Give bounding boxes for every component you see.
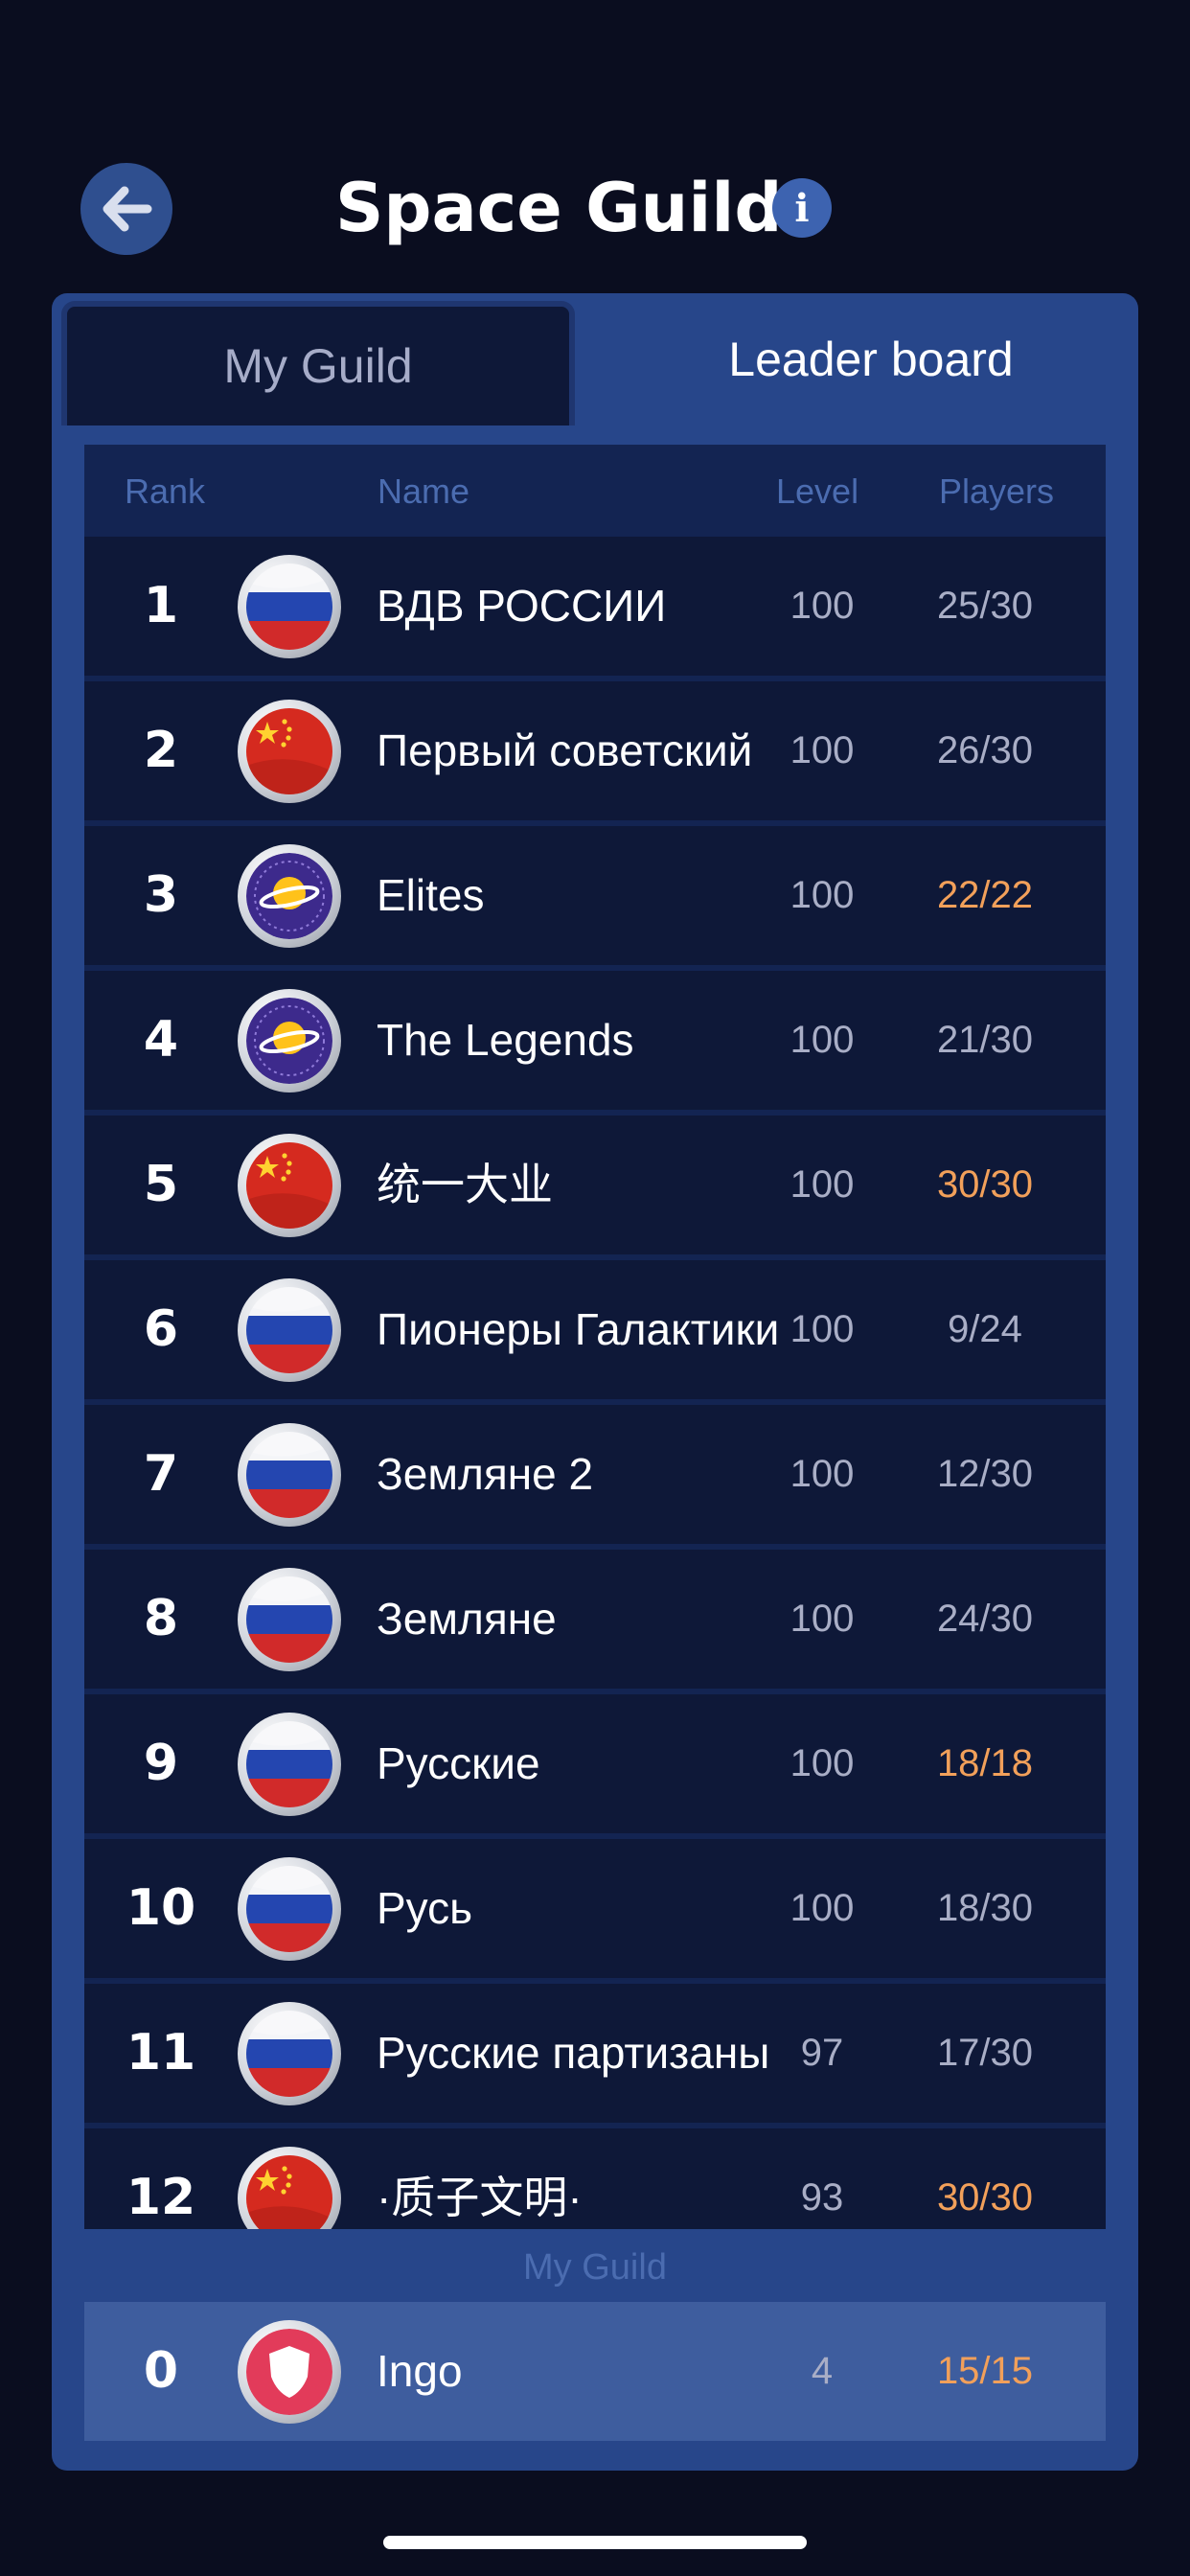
info-button[interactable]: i — [772, 178, 832, 238]
row-guild-name: Elites — [377, 870, 485, 920]
russia-flag-icon — [238, 1568, 341, 1671]
row-rank: 4 — [143, 1011, 179, 1069]
column-header-row: Rank Name Level Players — [84, 445, 1106, 535]
info-icon: i — [794, 185, 810, 231]
table-row[interactable]: 2 Первый советский 100 26/30 — [84, 681, 1106, 820]
russia-flag-icon — [238, 555, 341, 658]
row-level: 100 — [790, 1453, 855, 1495]
row-players: 25/30 — [936, 585, 1034, 627]
row-players: 21/30 — [936, 1019, 1034, 1061]
row-rank: 6 — [143, 1300, 179, 1358]
row-guild-name: Русь — [377, 1883, 473, 1933]
russia-flag-icon — [238, 1423, 341, 1527]
row-level: 100 — [790, 585, 855, 627]
table-row[interactable]: 9 Русские 100 18/18 — [84, 1694, 1106, 1833]
row-players: 30/30 — [936, 1163, 1034, 1206]
tab-my-guild[interactable]: My Guild — [61, 301, 575, 426]
row-players: 9/24 — [948, 1308, 1022, 1350]
guild-panel: My Guild Leader board Rank Name Level Pl… — [52, 293, 1138, 2471]
table-row[interactable]: 5 统一大业 100 30/30 — [84, 1116, 1106, 1254]
row-rank: 7 — [143, 1445, 179, 1503]
row-level: 97 — [800, 2032, 844, 2074]
row-guild-name: Русские партизаны — [377, 2028, 770, 2078]
row-rank: 12 — [126, 2169, 196, 2226]
china-flag-icon — [238, 2147, 341, 2229]
table-row[interactable]: 6 Пионеры Галактики 100 9/24 — [84, 1260, 1106, 1399]
column-players: Players — [939, 472, 1055, 511]
planet-icon — [238, 844, 341, 948]
russia-flag-icon — [238, 1278, 341, 1382]
row-guild-name: Земляне — [377, 1594, 557, 1644]
row-players: 17/30 — [936, 2032, 1034, 2074]
row-level: 93 — [800, 2176, 844, 2219]
row-level: 100 — [790, 1887, 855, 1929]
row-guild-name: The Legends — [377, 1015, 634, 1065]
row-rank: 9 — [143, 1735, 179, 1792]
row-level: 100 — [790, 1598, 855, 1640]
row-players: 30/30 — [936, 2176, 1034, 2219]
arrow-left-icon — [103, 186, 152, 232]
my-guild-level: 4 — [811, 2350, 834, 2392]
row-rank: 11 — [126, 2024, 196, 2082]
my-guild-row[interactable]: 0 Ingo 4 15/15 — [84, 2302, 1106, 2441]
russia-flag-icon — [238, 1857, 341, 1961]
back-button[interactable] — [80, 163, 172, 255]
my-guild-name: Ingo — [377, 2346, 463, 2396]
row-players: 18/30 — [936, 1887, 1034, 1929]
my-guild-section-label: My Guild — [523, 2247, 667, 2288]
my-guild-players: 15/15 — [936, 2350, 1034, 2392]
leaderboard-table[interactable]: Rank Name Level Players 1 ВДВ РОССИИ 100 25… — [84, 445, 1106, 2229]
table-row[interactable]: 8 Земляне 100 24/30 — [84, 1550, 1106, 1689]
table-row[interactable]: 7 Земляне 2 100 12/30 — [84, 1405, 1106, 1544]
row-rank: 2 — [143, 722, 179, 779]
table-row[interactable]: 10 Русь 100 18/30 — [84, 1839, 1106, 1978]
row-level: 100 — [790, 729, 855, 771]
row-level: 100 — [790, 1742, 855, 1784]
my-guild-rank: 0 — [143, 2342, 179, 2400]
row-rank: 10 — [126, 1879, 196, 1937]
row-players: 26/30 — [936, 729, 1034, 771]
russia-flag-icon — [238, 1713, 341, 1816]
table-row[interactable]: 1 ВДВ РОССИИ 100 25/30 — [84, 537, 1106, 676]
page-title: Space Guilds — [335, 169, 823, 247]
row-guild-name: Русские — [377, 1738, 540, 1788]
row-rank: 3 — [143, 866, 179, 924]
header: Space Guilds i — [0, 153, 1190, 268]
shield-icon — [238, 2320, 341, 2424]
row-guild-name: 统一大业 — [377, 1160, 553, 1209]
row-players: 12/30 — [936, 1453, 1034, 1495]
table-row[interactable]: 3 Elites 100 22/22 — [84, 826, 1106, 965]
china-flag-icon — [238, 1134, 341, 1237]
home-indicator[interactable] — [383, 2536, 807, 2549]
row-guild-name: Земляне 2 — [377, 1449, 594, 1499]
row-guild-name: Пионеры Галактики — [377, 1304, 780, 1354]
china-flag-icon — [238, 700, 341, 803]
row-level: 100 — [790, 874, 855, 916]
column-level: Level — [776, 472, 859, 511]
row-rank: 1 — [143, 577, 179, 634]
row-guild-name: ВДВ РОССИИ — [377, 581, 667, 631]
table-row[interactable]: 12 ·质子文明· 93 30/30 — [84, 2128, 1106, 2229]
row-players: 24/30 — [936, 1598, 1034, 1640]
row-players: 22/22 — [936, 874, 1034, 916]
table-row[interactable]: 4 The Legends 100 21/30 — [84, 971, 1106, 1110]
row-guild-name: Первый советский — [377, 725, 753, 775]
tab-leader-board[interactable]: Leader board — [604, 293, 1138, 426]
row-level: 100 — [790, 1308, 855, 1350]
russia-flag-icon — [238, 2002, 341, 2105]
column-name: Name — [378, 472, 470, 511]
row-level: 100 — [790, 1163, 855, 1206]
planet-icon — [238, 989, 341, 1092]
row-level: 100 — [790, 1019, 855, 1061]
row-guild-name: ·质子文明· — [377, 2173, 583, 2222]
row-rank: 5 — [143, 1156, 179, 1213]
row-players: 18/18 — [936, 1742, 1034, 1784]
row-rank: 8 — [143, 1590, 179, 1647]
column-rank: Rank — [125, 472, 206, 511]
table-row[interactable]: 11 Русские партизаны 97 17/30 — [84, 1984, 1106, 2123]
